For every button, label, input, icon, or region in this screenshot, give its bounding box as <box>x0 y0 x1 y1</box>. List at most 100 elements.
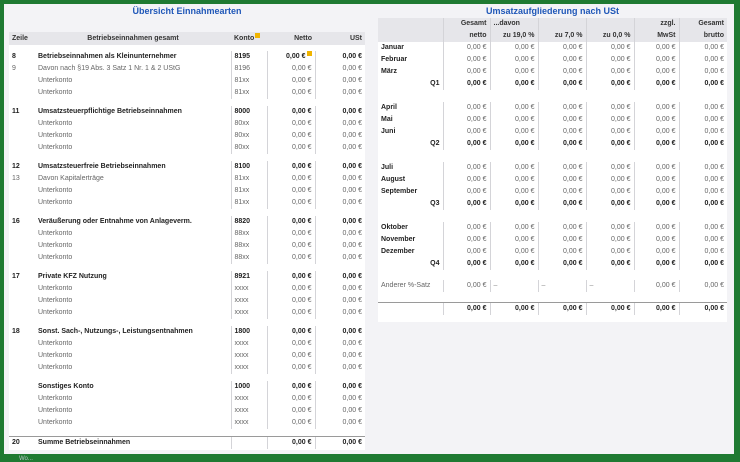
month-value[interactable]: 0,00 € <box>633 102 679 114</box>
month-value[interactable]: 0,00 € <box>442 162 490 174</box>
netto-cell[interactable]: 0,00 € <box>266 87 315 99</box>
ust-cell[interactable]: 0,00 € <box>314 252 365 264</box>
month-value[interactable]: 0,00 € <box>633 234 679 246</box>
month-value[interactable]: 0,00 € <box>633 222 679 234</box>
konto-cell[interactable]: xxxx <box>230 283 267 295</box>
month-value[interactable]: 0,00 € <box>442 126 490 138</box>
netto-cell[interactable]: 0,00 € <box>266 350 315 362</box>
other-rate-value[interactable]: – <box>585 280 634 292</box>
month-value[interactable]: 0,00 € <box>585 42 634 54</box>
month-value[interactable]: 0,00 € <box>537 162 586 174</box>
netto-cell[interactable]: 0,00 € <box>266 228 315 240</box>
netto-cell[interactable]: 0,00 € <box>266 197 315 209</box>
konto-cell[interactable]: 88xx <box>230 240 267 252</box>
month-value[interactable]: 0,00 € <box>537 66 586 78</box>
month-value[interactable]: 0,00 € <box>489 54 538 66</box>
month-value[interactable]: 0,00 € <box>442 186 490 198</box>
ust-cell[interactable]: 0,00 € <box>314 63 365 75</box>
konto-cell[interactable]: 8921 <box>230 271 267 283</box>
month-value[interactable]: 0,00 € <box>678 186 727 198</box>
konto-cell[interactable]: xxxx <box>230 417 267 429</box>
ust-cell[interactable]: 0,00 € <box>314 283 365 295</box>
month-value[interactable]: 0,00 € <box>537 186 586 198</box>
month-value[interactable]: 0,00 € <box>633 114 679 126</box>
konto-cell[interactable]: 81xx <box>230 173 267 185</box>
konto-cell[interactable]: 8196 <box>230 63 267 75</box>
netto-cell[interactable]: 0,00 € <box>266 307 315 319</box>
konto-cell[interactable]: 81xx <box>230 75 267 87</box>
ust-cell[interactable]: 0,00 € <box>314 362 365 374</box>
month-value[interactable]: 0,00 € <box>585 162 634 174</box>
month-value[interactable]: 0,00 € <box>585 126 634 138</box>
month-value[interactable]: 0,00 € <box>585 186 634 198</box>
netto-cell[interactable]: 0,00 € <box>266 173 315 185</box>
ust-cell[interactable]: 0,00 € <box>314 326 365 338</box>
konto-cell[interactable]: 8000 <box>230 106 267 118</box>
month-value[interactable]: 0,00 € <box>489 114 538 126</box>
netto-cell[interactable]: 0,00 € <box>266 283 315 295</box>
other-rate-value[interactable]: 0,00 € <box>633 280 679 292</box>
konto-cell[interactable]: xxxx <box>230 338 267 350</box>
netto-cell[interactable]: 0,00 € <box>266 161 315 173</box>
netto-cell[interactable]: 0,00 € <box>266 381 315 393</box>
netto-cell[interactable]: 0,00 € <box>266 51 315 63</box>
month-value[interactable]: 0,00 € <box>633 162 679 174</box>
konto-cell[interactable]: 8100 <box>230 161 267 173</box>
netto-cell[interactable]: 0,00 € <box>266 271 315 283</box>
konto-cell[interactable]: 80xx <box>230 142 267 154</box>
netto-cell[interactable]: 0,00 € <box>266 185 315 197</box>
ust-cell[interactable]: 0,00 € <box>314 161 365 173</box>
month-value[interactable]: 0,00 € <box>633 66 679 78</box>
netto-cell[interactable]: 0,00 € <box>266 362 315 374</box>
netto-cell[interactable]: 0,00 € <box>266 252 315 264</box>
konto-cell[interactable]: xxxx <box>230 307 267 319</box>
month-value[interactable]: 0,00 € <box>442 54 490 66</box>
month-value[interactable]: 0,00 € <box>489 162 538 174</box>
month-value[interactable]: 0,00 € <box>537 42 586 54</box>
konto-cell[interactable]: 88xx <box>230 228 267 240</box>
month-value[interactable]: 0,00 € <box>537 246 586 258</box>
ust-cell[interactable]: 0,00 € <box>314 228 365 240</box>
month-value[interactable]: 0,00 € <box>537 234 586 246</box>
konto-cell[interactable]: 88xx <box>230 252 267 264</box>
month-value[interactable]: 0,00 € <box>678 174 727 186</box>
month-value[interactable]: 0,00 € <box>489 186 538 198</box>
other-rate-value[interactable]: 0,00 € <box>678 280 727 292</box>
month-value[interactable]: 0,00 € <box>442 246 490 258</box>
month-value[interactable]: 0,00 € <box>633 42 679 54</box>
month-value[interactable]: 0,00 € <box>489 42 538 54</box>
month-value[interactable]: 0,00 € <box>537 222 586 234</box>
month-value[interactable]: 0,00 € <box>442 42 490 54</box>
netto-cell[interactable]: 0,00 € <box>266 326 315 338</box>
month-value[interactable]: 0,00 € <box>585 54 634 66</box>
month-value[interactable]: 0,00 € <box>585 222 634 234</box>
ust-cell[interactable]: 0,00 € <box>314 75 365 87</box>
konto-cell[interactable]: xxxx <box>230 295 267 307</box>
ust-cell[interactable]: 0,00 € <box>314 51 365 63</box>
ust-cell[interactable]: 0,00 € <box>314 295 365 307</box>
ust-cell[interactable]: 0,00 € <box>314 142 365 154</box>
month-value[interactable]: 0,00 € <box>537 126 586 138</box>
month-value[interactable]: 0,00 € <box>585 114 634 126</box>
month-value[interactable]: 0,00 € <box>489 102 538 114</box>
netto-cell[interactable]: 0,00 € <box>266 75 315 87</box>
month-value[interactable]: 0,00 € <box>537 54 586 66</box>
konto-cell[interactable]: 81xx <box>230 185 267 197</box>
konto-cell[interactable]: 81xx <box>230 197 267 209</box>
konto-cell[interactable]: xxxx <box>230 393 267 405</box>
month-value[interactable]: 0,00 € <box>633 126 679 138</box>
month-value[interactable]: 0,00 € <box>585 234 634 246</box>
month-value[interactable]: 0,00 € <box>633 246 679 258</box>
month-value[interactable]: 0,00 € <box>678 234 727 246</box>
month-value[interactable]: 0,00 € <box>678 66 727 78</box>
other-rate-value[interactable]: – <box>537 280 586 292</box>
ust-cell[interactable]: 0,00 € <box>314 405 365 417</box>
netto-cell[interactable]: 0,00 € <box>266 216 315 228</box>
month-value[interactable]: 0,00 € <box>678 162 727 174</box>
month-value[interactable]: 0,00 € <box>678 126 727 138</box>
ust-cell[interactable]: 0,00 € <box>314 307 365 319</box>
konto-cell[interactable]: 80xx <box>230 130 267 142</box>
month-value[interactable]: 0,00 € <box>585 102 634 114</box>
netto-cell[interactable]: 0,00 € <box>266 295 315 307</box>
month-value[interactable]: 0,00 € <box>633 186 679 198</box>
